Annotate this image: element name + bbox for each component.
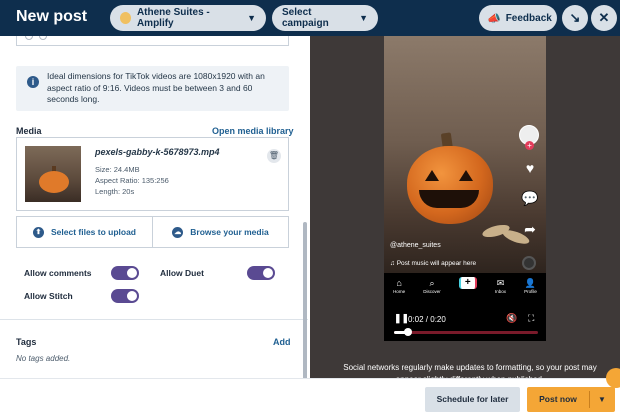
campaign-label: Select campaign — [282, 7, 329, 29]
allow-stitch-label: Allow Stitch — [24, 291, 73, 301]
post-now-button[interactable]: Post now ▼ — [527, 387, 615, 412]
account-name: Athene Suites - Amplify — [136, 7, 210, 29]
pumpkin-eye-left — [425, 170, 439, 181]
create-plus-icon: + — [458, 277, 477, 289]
trash-icon: 🗑 — [268, 151, 280, 160]
inbox-icon: ✉ — [496, 278, 505, 288]
divider — [0, 319, 308, 320]
hashtag-icon[interactable] — [39, 36, 47, 40]
media-file-name: pexels-gabby-k-5678973.mp4 — [95, 147, 220, 157]
browse-media-button[interactable]: ☁ Browse your media — [152, 217, 288, 247]
pause-icon[interactable]: ❚❚ — [394, 313, 409, 324]
thumbnail-pumpkin — [39, 171, 69, 193]
video-time: 0:02 / 0:20 — [408, 315, 446, 324]
video-progress-handle[interactable] — [404, 328, 413, 336]
mute-icon[interactable]: 🔇 — [506, 313, 517, 324]
nav-profile: 👤 Profile — [524, 277, 537, 305]
info-banner: i Ideal dimensions for TikTok videos are… — [16, 66, 289, 111]
minimize-button[interactable]: ↘ — [562, 5, 588, 31]
nav-home: ⌂ Home — [393, 277, 405, 305]
preview-music-text: Post music will appear here — [396, 260, 477, 267]
allow-comments-toggle[interactable] — [111, 266, 139, 280]
pumpkin-image — [407, 146, 493, 224]
nav-create: + — [458, 277, 477, 305]
pumpkin-mouth — [419, 190, 479, 208]
no-tags-text: No tags added. — [16, 354, 71, 363]
feedback-button[interactable]: 📣 Feedback — [479, 5, 557, 31]
tiktok-nav-bar: ⌂ Home ⌕ Discover + ✉ Inbox 👤 Profile — [384, 277, 546, 305]
video-progress-bar[interactable] — [394, 328, 538, 336]
browse-media-label: Browse your media — [190, 227, 269, 237]
preview-panel: ♥ 💬 ➦ @athene_suites ♫ Post music will a… — [310, 36, 620, 378]
composer-panel: i Ideal dimensions for TikTok videos are… — [0, 36, 308, 378]
account-selector[interactable]: Athene Suites - Amplify ▼ — [110, 5, 266, 31]
post-now-label: Post now — [539, 394, 577, 404]
nav-inbox: ✉ Inbox — [495, 277, 506, 305]
nav-profile-label: Profile — [524, 289, 537, 294]
upload-icon: ⬆ — [32, 226, 44, 238]
allow-duet-toggle[interactable] — [247, 266, 275, 280]
media-thumbnail[interactable] — [25, 146, 81, 202]
close-button[interactable]: ✕ — [591, 5, 617, 31]
pumpkin-eye-right — [459, 170, 473, 181]
schedule-for-later-button[interactable]: Schedule for later — [425, 387, 520, 412]
open-media-library-link[interactable]: Open media library — [212, 126, 294, 136]
comment-icon: 💬 — [521, 190, 539, 206]
media-length: Length: 20s — [95, 187, 135, 196]
media-item: pexels-gabby-k-5678973.mp4 Size: 24.4MB … — [16, 137, 289, 211]
megaphone-icon: 📣 — [487, 12, 501, 25]
scrollbar[interactable] — [303, 222, 307, 378]
feedback-label: Feedback — [505, 12, 552, 24]
emoji-icon[interactable] — [25, 36, 33, 40]
tags-label: Tags — [16, 337, 37, 347]
preview-music: ♫ Post music will appear here — [390, 260, 476, 267]
nav-home-label: Home — [393, 289, 406, 294]
home-icon: ⌂ — [396, 278, 402, 288]
music-note-icon: ♫ — [390, 260, 397, 267]
account-avatar — [120, 12, 131, 24]
allow-stitch-toggle[interactable] — [111, 289, 139, 303]
campaign-selector[interactable]: Select campaign ▼ — [272, 5, 378, 31]
chevron-down-icon: ▼ — [359, 13, 368, 23]
music-disc-icon — [522, 256, 536, 270]
nav-inbox-label: Inbox — [494, 289, 506, 294]
video-controls: ❚❚ 0:02 / 0:20 🔇 ⛶ — [384, 311, 546, 341]
media-actions: ⬆ Select files to upload ☁ Browse your m… — [16, 216, 289, 248]
info-icon: i — [27, 76, 39, 88]
footer-bar: Schedule for later Post now ▼ — [0, 378, 620, 415]
previous-field-box — [16, 36, 289, 46]
preview-handle: @athene_suites — [390, 242, 441, 249]
cloud-icon: ☁ — [172, 226, 184, 238]
search-icon: ⌕ — [429, 278, 435, 288]
allow-comments-label: Allow comments — [24, 268, 92, 278]
select-files-label: Select files to upload — [50, 227, 137, 237]
fullscreen-icon[interactable]: ⛶ — [528, 313, 534, 324]
share-icon: ➦ — [524, 221, 536, 237]
chevron-down-icon: ▼ — [247, 13, 256, 23]
page-title: New post — [16, 8, 88, 25]
close-icon: ✕ — [598, 10, 610, 25]
profile-icon: 👤 — [524, 278, 537, 288]
top-bar: New post Athene Suites - Amplify ▼ Selec… — [0, 0, 620, 36]
info-text: Ideal dimensions for TikTok videos are 1… — [47, 71, 265, 104]
nav-discover-label: Discover — [423, 289, 441, 294]
allow-duet-label: Allow Duet — [160, 268, 204, 278]
button-divider — [589, 391, 590, 408]
heart-icon: ♥ — [525, 160, 535, 176]
tiktok-preview: ♥ 💬 ➦ @athene_suites ♫ Post music will a… — [384, 36, 546, 341]
formatting-notice: Social networks regularly make updates t… — [343, 363, 597, 378]
media-aspect-ratio: Aspect Ratio: 135:256 — [95, 176, 169, 185]
media-label: Media — [16, 126, 42, 136]
select-files-button[interactable]: ⬆ Select files to upload — [17, 217, 152, 247]
profile-avatar-icon — [519, 125, 539, 150]
minimize-arrow-icon: ↘ — [569, 10, 581, 25]
nav-discover: ⌕ Discover — [423, 277, 441, 305]
media-size: Size: 24.4MB — [95, 165, 140, 174]
delete-media-button[interactable]: 🗑 — [267, 149, 281, 163]
video-preview[interactable]: ♥ 💬 ➦ @athene_suites ♫ Post music will a… — [384, 36, 546, 273]
help-bubble[interactable] — [606, 368, 620, 388]
add-tag-link[interactable]: Add — [273, 337, 291, 347]
chevron-down-icon[interactable]: ▼ — [593, 387, 611, 412]
